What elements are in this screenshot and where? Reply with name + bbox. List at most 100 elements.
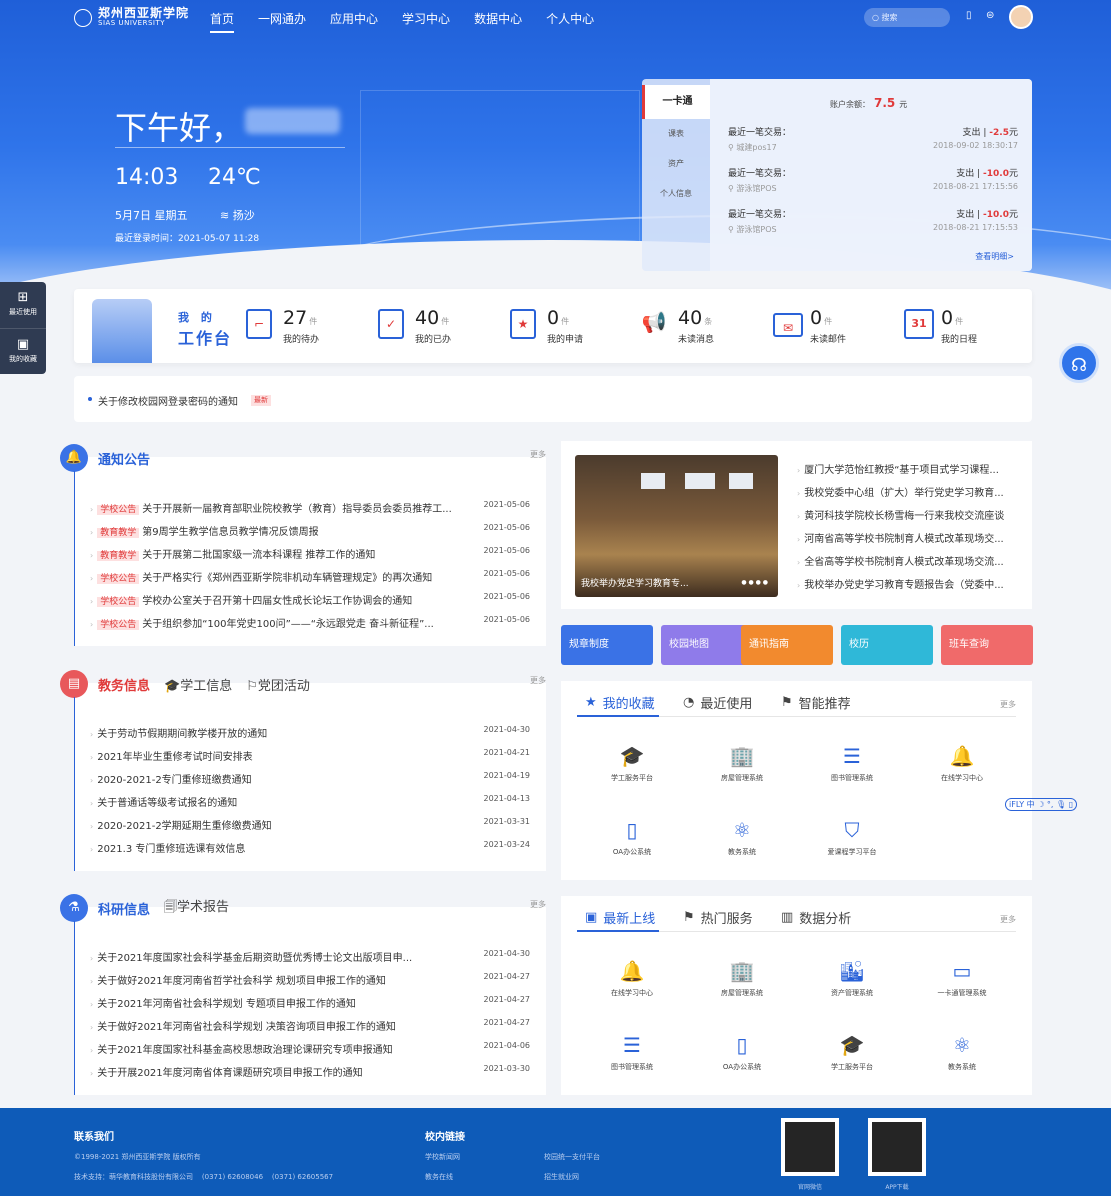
tab-smart-recommend[interactable]: ⚑ 智能推荐 xyxy=(781,693,851,712)
list-item[interactable]: › 学校公告 关于组织参加“100年党史100问”——“永远跟党走 奋斗新征程”..… xyxy=(90,615,530,630)
more-link[interactable]: 更多 xyxy=(1000,914,1016,925)
app-oa[interactable]: ▯ OA办公系统 xyxy=(577,817,687,857)
news-carousel-image[interactable]: 我校举办党史学习教育专... ● ● ● ● xyxy=(575,455,778,597)
menu-learning[interactable]: 学习中心 xyxy=(402,10,450,33)
tab-academic-reports[interactable]: 🗐学术报告 xyxy=(164,896,229,920)
quick-shuttle-bus[interactable]: 班车查询 xyxy=(941,625,1033,665)
last-login: 最近登录时间：2021-05-07 11:28 xyxy=(115,234,260,244)
news-item[interactable]: › 我校举办党史学习教育专题报告会（党委中... xyxy=(797,576,1019,591)
list-item[interactable]: › 2021.3 专门重修班选课有效信息 2021-03-24 xyxy=(90,840,530,855)
list-item[interactable]: › 2021年毕业生重修考试时间安排表 2021-04-21 xyxy=(90,748,530,763)
tab-party-activities[interactable]: ⚐党团活动 xyxy=(246,675,310,694)
app-campus-card[interactable]: ▭ 一卡通管理系统 xyxy=(907,958,1017,998)
quick-regulations[interactable]: 规章制度 xyxy=(561,625,653,665)
message-icon[interactable]: ⊜ xyxy=(986,10,994,21)
list-item[interactable]: › 关于普通话等级考试报名的通知 2021-04-13 xyxy=(90,794,530,809)
more-link[interactable]: 更多 xyxy=(1000,699,1016,710)
news-item[interactable]: › 黄河科技学院校长杨雪梅一行来我校交流座谈 xyxy=(797,507,1019,522)
building-icon: 🏢 xyxy=(729,959,755,983)
app-housing[interactable]: 🏢 房屋管理系统 xyxy=(687,958,797,998)
tab-student-affairs[interactable]: 🎓学工信息 xyxy=(164,675,232,694)
news-item[interactable]: › 河南省高等学校书院制育人模式改革现场交... xyxy=(797,530,1019,545)
list-item[interactable]: › 2020-2021-2学期延期生重修缴费通知 2021-03-31 xyxy=(90,817,530,832)
app-online-learning[interactable]: 🔔 在线学习中心 xyxy=(907,743,1017,783)
menu-personal[interactable]: 个人中心 xyxy=(546,10,594,33)
app-oa[interactable]: ▯ OA办公系统 xyxy=(687,1032,797,1072)
menu-home[interactable]: 首页 xyxy=(210,10,235,33)
iflytek-toolbar[interactable]: iFLY 中 ☽ °, 🎙 ▯ xyxy=(1005,798,1078,811)
list-item[interactable]: › 学校公告 关于开展新一届教育部职业院校教学（教育）指导委员会委员推荐工... 20… xyxy=(90,500,530,515)
item-title: 关于做好2021年度河南省哲学社会科学 规划项目申报工作的通知 xyxy=(97,976,386,987)
quick-contact-guide[interactable]: 通讯指南 xyxy=(741,625,833,665)
notice-link[interactable]: 关于修改校园网登录密码的通知 xyxy=(98,393,238,408)
list-item[interactable]: › 关于2021年度国家社科基金高校思想政治理论课研究专项申报通知 2021-04-… xyxy=(90,1041,530,1056)
more-link[interactable]: 更多 xyxy=(530,899,546,910)
list-item[interactable]: › 关于开展2021年度河南省体育课题研究项目申报工作的通知 2021-03-30 xyxy=(90,1064,530,1079)
my-favorites-button[interactable]: ▣ 我的收藏 xyxy=(0,328,46,374)
app-label: 教务系统 xyxy=(728,848,756,856)
tab-my-favorites[interactable]: ★ 我的收藏 xyxy=(585,693,655,712)
news-item[interactable]: › 我校党委中心组（扩大）举行党史学习教育... xyxy=(797,484,1019,499)
view-details-link[interactable]: 查看明细> xyxy=(975,251,1014,262)
tab-recent-use[interactable]: ◔ 最近使用 xyxy=(683,693,752,712)
news-item[interactable]: › 全省高等学校书院制育人模式改革现场交流... xyxy=(797,553,1019,568)
list-item[interactable]: › 关于2021年度国家社会科学基金后期资助暨优秀博士论文出版项目申... 2021… xyxy=(90,949,530,964)
list-item[interactable]: › 学校公告 学校办公室关于召开第十四届女性成长论坛工作协调会的通知 2021-05-… xyxy=(90,592,530,607)
recent-use-button[interactable]: ⊞ 最近使用 xyxy=(0,282,46,328)
app-academic-system[interactable]: ⚛ 教务系统 xyxy=(907,1032,1017,1072)
menu-apps[interactable]: 应用中心 xyxy=(330,10,378,33)
app-online-learning[interactable]: 🔔 在线学习中心 xyxy=(577,958,687,998)
menu-one-stop[interactable]: 一网通办 xyxy=(258,10,306,33)
app-label: 房屋管理系统 xyxy=(721,989,763,997)
customer-service-headset-icon[interactable]: ☊ xyxy=(1059,343,1099,383)
app-student-services[interactable]: 🎓 学工服务平台 xyxy=(797,1032,907,1072)
list-item[interactable]: › 教育教学 关于开展第二批国家级一流本科课程 推荐工作的通知 2021-05-06 xyxy=(90,546,530,561)
list-item[interactable]: › 2020-2021-2专门重修班缴费通知 2021-04-19 xyxy=(90,771,530,786)
item-date: 2021-05-06 xyxy=(483,592,531,601)
app-icourse[interactable]: ⛉ 爱课程学习平台 xyxy=(797,817,907,857)
list-item[interactable]: › 关于2021年河南省社会科学规划 专题项目申报工作的通知 2021-04-27 xyxy=(90,995,530,1010)
graduation-cap-icon: 🎓 xyxy=(164,678,181,694)
more-link[interactable]: 更多 xyxy=(530,449,546,460)
footer-link[interactable]: 招生就业网 xyxy=(544,1172,579,1182)
tab-assets[interactable]: 资产 xyxy=(642,149,710,179)
tab-campus-card[interactable]: 一卡通 xyxy=(642,85,710,119)
tab-data-analysis[interactable]: ▥ 数据分析 xyxy=(781,908,851,927)
quick-calendar[interactable]: 校历 xyxy=(841,625,933,665)
arrow-icon: › xyxy=(90,1069,94,1078)
menu-data[interactable]: 数据中心 xyxy=(474,10,522,33)
tab-hot-services[interactable]: ⚑ 热门服务 xyxy=(683,908,753,927)
tab-latest[interactable]: ▣ 最新上线 xyxy=(585,908,655,927)
news-item[interactable]: › 厦门大学范怡红教授“基于项目式学习课程... xyxy=(797,461,1019,476)
app-library[interactable]: ☰ 图书管理系统 xyxy=(797,743,907,783)
app-label: 资产管理系统 xyxy=(831,989,873,997)
news-title: 黄河科技学院校长杨雪梅一行来我校交流座谈 xyxy=(804,511,1005,522)
tab-personal-info[interactable]: 个人信息 xyxy=(642,179,710,209)
footer-link[interactable]: 学校新闻网 xyxy=(425,1152,460,1162)
announcements-title[interactable]: 通知公告 xyxy=(98,449,150,468)
list-item[interactable]: › 关于做好2021年河南省社会科学规划 决策咨询项目申报工作的通知 2021-04… xyxy=(90,1018,530,1033)
app-housing[interactable]: 🏢 房屋管理系统 xyxy=(687,743,797,783)
app-student-services[interactable]: 🎓 学工服务平台 xyxy=(577,743,687,783)
app-academic-system[interactable]: ⚛ 教务系统 xyxy=(687,817,797,857)
search-input[interactable]: ○ 搜索 xyxy=(864,8,950,27)
tab-schedule[interactable]: 课表 xyxy=(642,119,710,149)
carousel-dots[interactable]: ● ● ● ● xyxy=(741,579,768,586)
footer-link[interactable]: 校园统一支付平台 xyxy=(544,1152,600,1162)
footer: 联系我们 ©1998-2021 郑州西亚斯学院 版权所有 技术支持：萌华教育科技… xyxy=(0,1108,1111,1196)
tab-research[interactable]: 科研信息 xyxy=(98,899,150,918)
list-item[interactable]: › 关于劳动节假期期间教学楼开放的通知 2021-04-30 xyxy=(90,725,530,740)
tab-academic[interactable]: 教务信息 xyxy=(98,675,150,694)
list-item[interactable]: › 学校公告 关于严格实行《郑州西亚斯学院非机动车辆管理规定》的再次通知 2021-0… xyxy=(90,569,530,584)
more-link[interactable]: 更多 xyxy=(530,675,546,686)
footer-link[interactable]: 教务在线 xyxy=(425,1172,453,1182)
user-avatar[interactable] xyxy=(1009,5,1033,29)
list-item[interactable]: › 教育教学 第9周学生教学信息员教学情况反馈周报 2021-05-06 xyxy=(90,523,530,538)
quick-campus-map[interactable]: 校园地图 xyxy=(661,625,753,665)
app-library[interactable]: ☰ 图书管理系统 xyxy=(577,1032,687,1072)
transaction-place-text: 游泳馆POS xyxy=(736,225,777,234)
list-item[interactable]: › 关于做好2021年度河南省哲学社会科学 规划项目申报工作的通知 2021-04-… xyxy=(90,972,530,987)
school-logo[interactable]: 郑州西亚斯学院 SIAS UNIVERSITY xyxy=(74,7,189,28)
mobile-icon[interactable]: ▯ xyxy=(966,10,972,21)
app-assets[interactable]: 🏙 资产管理系统 xyxy=(797,958,907,998)
